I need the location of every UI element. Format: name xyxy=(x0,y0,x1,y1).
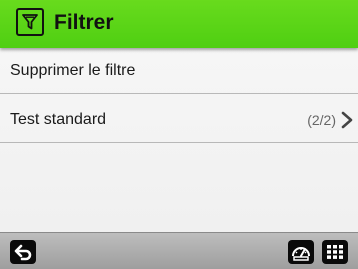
filter-icon xyxy=(16,8,44,36)
chevron-right-icon xyxy=(341,111,353,129)
list-item-label: Supprimer le filtre xyxy=(10,62,136,79)
list-item-remove-filter[interactable]: Supprimer le filtre xyxy=(0,48,358,94)
back-icon xyxy=(14,244,32,261)
grid-icon xyxy=(327,245,343,259)
gauge-icon xyxy=(292,247,310,261)
filter-list: Supprimer le filtre Test standard (2/2) xyxy=(0,48,358,232)
list-item-label: Test standard xyxy=(10,111,107,128)
apps-button[interactable] xyxy=(322,240,348,264)
gauge-button[interactable] xyxy=(288,240,314,264)
bottom-toolbar xyxy=(0,232,358,269)
list-item-count: (2/2) xyxy=(307,112,336,128)
header-bar: Filtrer xyxy=(0,0,358,48)
screen: Filtrer Supprimer le filtre Test standar… xyxy=(0,0,358,269)
list-item-standard-test[interactable]: Test standard (2/2) xyxy=(0,97,358,143)
page-title: Filtrer xyxy=(54,11,114,34)
back-button[interactable] xyxy=(10,240,36,264)
